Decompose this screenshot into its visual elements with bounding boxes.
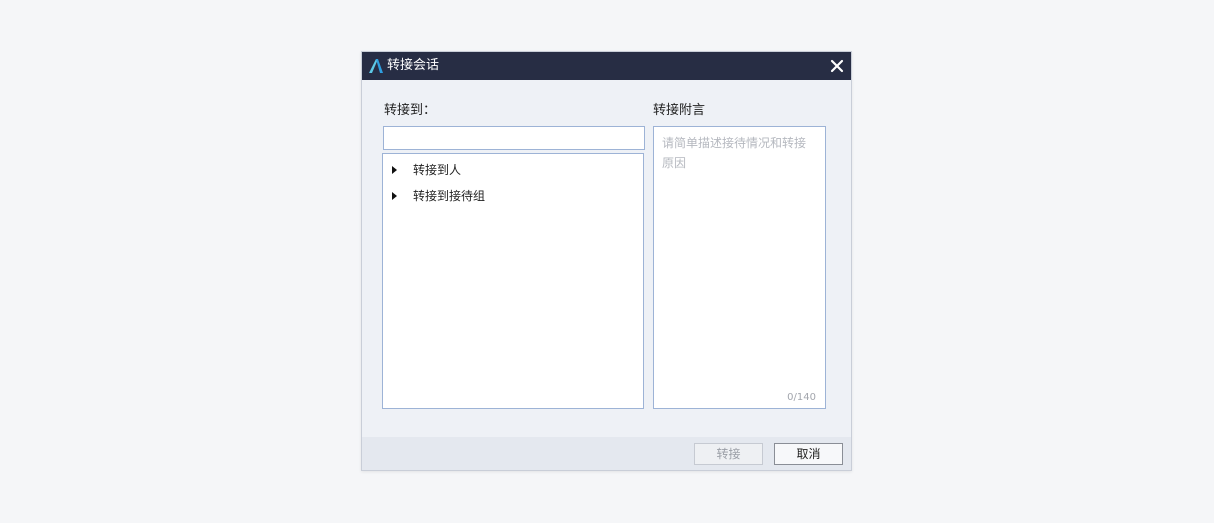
dialog-footer: 转接 取消 [362, 437, 851, 470]
caret-right-icon[interactable] [392, 166, 397, 174]
character-counter: 0/140 [787, 392, 816, 403]
transfer-session-dialog: 转接会话 转接到： 转接附言 转接到人 转接到接待组 0/140 转接 取消 [361, 51, 852, 471]
close-icon[interactable] [827, 56, 847, 76]
transfer-button[interactable]: 转接 [694, 443, 763, 465]
transfer-to-label: 转接到： [384, 103, 437, 118]
caret-right-icon[interactable] [392, 192, 397, 200]
tree-item-label: 转接到人 [413, 163, 462, 177]
transfer-target-tree: 转接到人 转接到接待组 [382, 153, 644, 409]
dialog-titlebar: 转接会话 [362, 52, 851, 80]
cancel-button[interactable]: 取消 [774, 443, 843, 465]
transfer-note-box: 0/140 [653, 126, 826, 409]
dialog-title: 转接会话 [387, 58, 440, 73]
tree-item-transfer-to-person[interactable]: 转接到人 [383, 160, 643, 180]
transfer-search-input[interactable] [383, 126, 645, 150]
app-logo-icon [369, 59, 383, 73]
transfer-note-label: 转接附言 [653, 103, 706, 118]
transfer-note-textarea[interactable] [654, 127, 825, 382]
tree-item-transfer-to-group[interactable]: 转接到接待组 [383, 186, 643, 206]
tree-item-label: 转接到接待组 [413, 189, 486, 203]
